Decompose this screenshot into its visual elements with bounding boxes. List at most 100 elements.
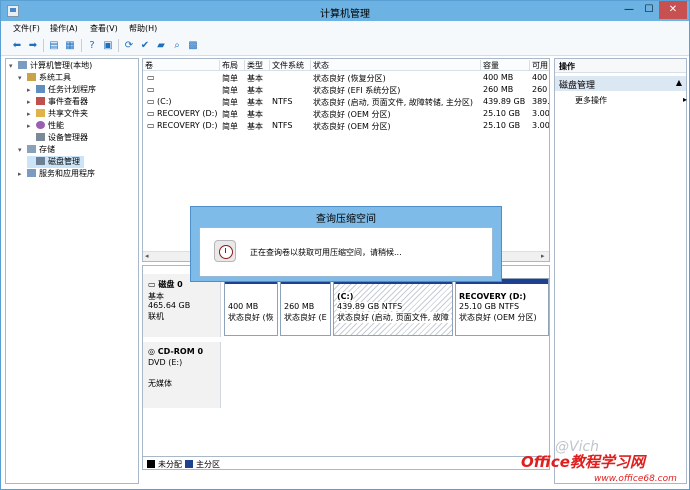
cell-volume: (C:) [157,97,172,106]
collapse-icon[interactable]: ▲ [676,78,682,87]
table-row[interactable]: ▭ 简单 基本 状态良好 (EFI 系统分区) 260 MB 260 [143,84,549,96]
menu-action[interactable]: 操作(A) [50,23,78,34]
cell-layout: 简单 [222,86,238,95]
minimize-button[interactable]: — [619,1,639,19]
more-actions-link[interactable]: 更多操作 ▸ [575,95,687,106]
actions-section-disk-management[interactable]: 磁盘管理 ▲ [555,76,686,91]
cdrom-info[interactable]: ◎ CD-ROM 0 DVD (E:) 无媒体 [143,342,221,408]
check-icon[interactable]: ✔ [138,39,152,52]
expand-icon[interactable]: ▸ [27,84,36,96]
cell-type: 基本 [247,110,263,119]
cell-free: 3.00 [532,109,550,118]
help-icon[interactable]: ? [85,39,99,52]
watermark-url: www.office68.com [594,474,677,484]
tools-icon [27,73,36,81]
tree-item-label: 任务计划程序 [48,85,96,94]
cell-status: 状态良好 (OEM 分区) [313,122,391,131]
search-icon[interactable]: ⌕ [170,39,184,52]
menu-view[interactable]: 查看(V) [90,23,118,34]
tree-item-event-viewer[interactable]: ▸ 事件查看器 [27,96,88,108]
tree-item-label: 磁盘管理 [48,157,80,166]
clock-icon [36,85,45,93]
expand-icon[interactable]: ▾ [9,60,18,72]
folder-open-icon[interactable]: ▰ [154,39,168,52]
disk-name: ◎ CD-ROM 0 [148,347,204,356]
table-row[interactable]: ▭ RECOVERY (D:) 简单 基本 NTFS 状态良好 (OEM 分区)… [143,120,549,132]
cell-layout: 简单 [222,110,238,119]
partition-title: (C:) [337,292,354,301]
refresh-icon[interactable]: ⟳ [122,39,136,52]
disk-props-icon[interactable]: ▩ [186,39,200,52]
scroll-right-icon[interactable]: ▸ [541,252,545,260]
table-row[interactable]: ▭ RECOVERY (D:) 简单 基本 状态良好 (OEM 分区) 25.1… [143,108,550,120]
show-tree-icon[interactable]: ▦ [63,39,77,52]
partition-efi[interactable]: 260 MB 状态良好 (E [280,278,331,336]
partition-status: 状态良好 (恢 [228,313,274,322]
partition-status: 状态良好 (E [284,313,327,322]
tree-item-label: 共享文件夹 [48,109,88,118]
tree-item-performance[interactable]: ▸ 性能 [27,120,64,132]
column-header-status[interactable]: 状态 [310,60,329,70]
menu-help[interactable]: 帮助(H) [129,23,157,34]
volume-icon: ▭ [147,73,155,82]
submenu-arrow-icon: ▸ [683,95,688,104]
tree-item-shared-folders[interactable]: ▸ 共享文件夹 [27,108,88,120]
expand-icon[interactable]: ▸ [27,96,36,108]
disk-map: ▭ 磁盘 0 基本 465.64 GB 联机 400 MB 状态良好 (恢 26… [142,265,550,470]
menu-bar: 文件(F) 操作(A) 查看(V) 帮助(H) [1,21,689,36]
up-level-icon[interactable]: ▤ [47,39,61,52]
properties-icon[interactable]: ▣ [101,39,115,52]
column-header-capacity[interactable]: 容量 [480,60,499,70]
tree-item-label: 事件查看器 [48,97,88,106]
cell-status: 状态良好 (恢复分区) [313,74,386,83]
column-header-layout[interactable]: 布局 [219,60,238,70]
cell-status: 状态良好 (OEM 分区) [313,110,391,119]
table-row[interactable]: ▭ 简单 基本 状态良好 (恢复分区) 400 MB 400 [143,72,549,84]
actions-pane: 操作 磁盘管理 ▲ 更多操作 ▸ [554,58,687,484]
back-icon[interactable]: ⬅ [10,39,24,52]
toolbar-separator [81,39,82,52]
disk-name: ▭ 磁盘 0 [148,280,183,289]
forward-icon[interactable]: ➡ [26,39,40,52]
expand-icon[interactable]: ▸ [18,168,27,180]
cell-volume: RECOVERY (D:) [157,109,218,118]
partition-recovery[interactable]: 400 MB 状态良好 (恢 [224,278,278,336]
tree-item-computer-management[interactable]: ▾ 计算机管理(本地) [9,60,92,72]
wait-clock-icon [214,240,236,262]
tree-item-task-scheduler[interactable]: ▸ 任务计划程序 [27,84,96,96]
column-header-free[interactable]: 可用 [529,60,548,70]
column-header-volume[interactable]: 卷 [143,60,153,70]
menu-file[interactable]: 文件(F) [13,23,40,34]
partition-c[interactable]: (C:) 439.89 GB NTFS 状态良好 (启动, 页面文件, 故障 [333,278,453,336]
tree-item-disk-management[interactable]: 磁盘管理 [27,156,84,168]
tree-item-device-manager[interactable]: 设备管理器 [27,132,88,144]
cell-type: 基本 [247,122,263,131]
expand-icon[interactable]: ▾ [18,72,27,84]
column-header-filesystem[interactable]: 文件系统 [269,60,304,70]
event-log-icon [36,97,45,105]
scroll-left-icon[interactable]: ◂ [145,252,149,260]
tree-item-storage[interactable]: ▾ 存储 [18,144,55,156]
column-header-type[interactable]: 类型 [244,60,263,70]
partition-recovery-d[interactable]: RECOVERY (D:) 25.10 GB NTFS 状态良好 (OEM 分区… [455,278,549,336]
tree-item-system-tools[interactable]: ▾ 系统工具 [18,72,71,84]
volume-icon: ▭ [147,85,155,94]
expand-icon[interactable]: ▾ [18,144,27,156]
expand-icon[interactable]: ▸ [27,120,36,132]
tree-item-services-apps[interactable]: ▸ 服务和应用程序 [18,168,95,180]
close-button[interactable]: ✕ [659,1,687,19]
toolbar: ⬅ ➡ ▤ ▦ ? ▣ ⟳ ✔ ▰ ⌕ ▩ [1,36,689,56]
cell-layout: 简单 [222,122,238,131]
table-row[interactable]: ▭ (C:) 简单 基本 NTFS 状态良好 (启动, 页面文件, 故障转储, … [143,96,549,108]
watermark-brand: Office教程学习网 [521,453,645,471]
window-title: 计算机管理 [320,9,370,20]
expand-icon[interactable]: ▸ [27,108,36,120]
disk-0-info[interactable]: ▭ 磁盘 0 基本 465.64 GB 联机 [143,274,221,337]
disk-status: 联机 [148,312,164,321]
computer-icon [18,61,27,69]
legend-unallocated-swatch [147,460,155,468]
cell-capacity: 260 MB [483,85,514,94]
cell-free: 260 [532,85,548,94]
cell-type: 基本 [247,98,263,107]
maximize-button[interactable]: ☐ [639,1,659,19]
